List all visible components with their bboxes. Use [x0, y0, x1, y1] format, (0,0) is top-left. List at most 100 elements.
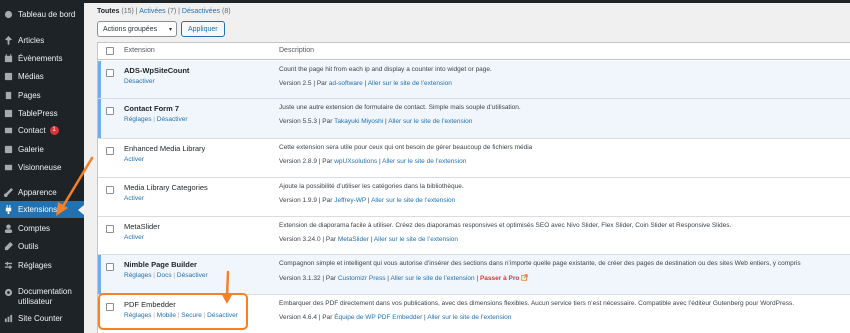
plugin-checkbox[interactable]: [106, 69, 114, 77]
user-icon: [4, 224, 13, 233]
action-link[interactable]: Mobile: [157, 312, 176, 319]
plugin-description: Compagnon simple et intelligent qui vous…: [279, 260, 801, 267]
by-label: Par: [316, 80, 327, 87]
sidebar-item-counter[interactable]: Site Counter: [0, 310, 84, 327]
row-actions: Réglages | Docs | Désactiver: [124, 272, 208, 279]
plugin-checkbox[interactable]: [106, 147, 114, 155]
action-link[interactable]: Désactiver: [177, 272, 208, 279]
select-all-checkbox[interactable]: [106, 47, 114, 55]
plugin-icon: [4, 205, 13, 214]
sidebar-item-calendar[interactable]: Évènements: [0, 50, 84, 67]
plugin-row: Media Library Categories Activer Ajoute la…: [98, 178, 850, 217]
author-link[interactable]: Équipe de WP PDF Embedder: [334, 314, 422, 321]
action-link[interactable]: Désactiver: [207, 312, 238, 319]
action-link[interactable]: Activer: [124, 156, 144, 163]
sidebar-item-wrench[interactable]: Outils: [0, 238, 84, 255]
by-label: Par: [325, 236, 336, 243]
plugins-table: Extension Description ADS-WpSiteCount Dés…: [97, 42, 850, 333]
plugin-meta: Version 2.8.9 | Par wpUXsolutions | Alle…: [279, 158, 467, 165]
action-link[interactable]: Activer: [124, 195, 144, 202]
plugin-version: Version 4.6.4: [279, 314, 317, 321]
plugin-site-link[interactable]: Aller sur le site de l’extension: [368, 80, 452, 87]
plugin-checkbox[interactable]: [106, 186, 114, 194]
plugin-site-link[interactable]: Aller sur le site de l’extension: [390, 275, 474, 282]
plugin-checkbox[interactable]: [106, 225, 114, 233]
action-link[interactable]: Secure: [181, 312, 202, 319]
row-actions: Activer: [124, 195, 144, 202]
dashboard-icon: [4, 10, 13, 19]
action-link[interactable]: Docs: [157, 272, 172, 279]
plugin-site-link[interactable]: Aller sur le site de l’extension: [388, 118, 472, 125]
sidebar-item-viewer[interactable]: Visionneuse: [0, 159, 84, 176]
sidebar-item-mail[interactable]: Contact 1: [0, 122, 84, 139]
sidebar-item-label: Réglages: [18, 261, 52, 270]
plugin-site-link[interactable]: Aller sur le site de l’extension: [371, 197, 455, 204]
pin-icon: [4, 36, 13, 45]
plugin-meta: Version 3.24.0 | Par MetaSlider | Aller …: [279, 236, 459, 243]
plugin-description: Embarquer des PDF directement dans vos p…: [279, 300, 795, 307]
plugin-site-link[interactable]: Aller sur le site de l’extension: [374, 236, 458, 243]
sidebar-item-settings[interactable]: Réglages: [0, 257, 84, 274]
plugin-site-link[interactable]: Aller sur le site de l’extension: [382, 158, 466, 165]
sidebar-item-label: Site Counter: [18, 314, 63, 323]
sidebar-item-pin[interactable]: Articles: [0, 32, 84, 49]
plugin-name: PDF Embedder: [124, 300, 176, 309]
sidebar-item-pages[interactable]: Pages: [0, 87, 84, 104]
sidebar-item-label: Articles: [18, 36, 45, 45]
sidebar-item-label: Médias: [18, 72, 44, 81]
author-link[interactable]: Takayuki Miyoshi: [334, 118, 383, 125]
by-label: Par: [322, 118, 333, 125]
sidebar-item-label: Galerie: [18, 145, 44, 154]
sidebar-item-dashboard[interactable]: Tableau de bord: [0, 6, 84, 23]
plugin-meta: Version 2.5 | Par ad-software | Aller su…: [279, 80, 452, 87]
sidebar-item-label: Contact: [18, 126, 46, 135]
table-icon: [4, 109, 13, 118]
author-link[interactable]: ad-software: [329, 80, 363, 87]
filter-inactive[interactable]: Désactivées (8): [182, 8, 231, 15]
sidebar-item-label: TablePress: [18, 109, 58, 118]
by-label: Par: [322, 314, 333, 321]
plugin-row: PDF Embedder Réglages | Mobile | Secure |…: [98, 295, 850, 333]
plugin-name: Enhanced Media Library: [124, 144, 206, 153]
filter-active[interactable]: Activées (7): [139, 8, 176, 15]
author-link[interactable]: Customizr Press: [338, 275, 386, 282]
column-description: Description: [279, 47, 315, 54]
author-link[interactable]: wpUXsolutions: [334, 158, 377, 165]
plugin-version: Version 3.1.32: [279, 275, 321, 282]
action-link[interactable]: Désactiver: [157, 116, 188, 123]
action-link[interactable]: Réglages: [124, 116, 151, 123]
plugin-row: Enhanced Media Library Activer Cette exten…: [98, 139, 850, 178]
plugin-meta: Version 1.9.9 | Par Jeffrey-WP | Aller s…: [279, 197, 456, 204]
action-link[interactable]: Désactiver: [124, 78, 155, 85]
plugin-version: Version 2.5: [279, 80, 312, 87]
bulk-actions: Actions groupées ▾ Appliquer: [97, 21, 225, 37]
sidebar-item-gear[interactable]: Documentation utilisateur: [0, 284, 84, 310]
sidebar-item-table[interactable]: TablePress: [0, 105, 84, 122]
status-filters: Toutes (15) | Activées (7) | Désactivées…: [97, 8, 231, 15]
filter-all[interactable]: Toutes (15): [97, 8, 134, 15]
main-content: Toutes (15) | Activées (7) | Désactivées…: [84, 0, 850, 333]
author-link[interactable]: MetaSlider: [338, 236, 369, 243]
plugin-checkbox[interactable]: [106, 303, 114, 311]
mail-icon: [4, 126, 13, 135]
plugin-version: Version 5.5.3: [279, 118, 317, 125]
sidebar-item-media[interactable]: Médias: [0, 68, 84, 85]
author-link[interactable]: Jeffrey-WP: [334, 197, 366, 204]
sidebar-item-label: Apparence: [18, 188, 57, 197]
plugin-description: Ajoute la possibilité d’utiliser les cat…: [279, 183, 464, 190]
upgrade-pro-link[interactable]: Passer à Pro: [480, 275, 519, 282]
bulk-action-select[interactable]: Actions groupées ▾: [97, 21, 177, 37]
sidebar-item-gallery[interactable]: Galerie: [0, 141, 84, 158]
sidebar-item-user[interactable]: Comptes: [0, 220, 84, 237]
viewer-icon: [4, 163, 13, 172]
plugin-checkbox[interactable]: [106, 263, 114, 271]
action-link[interactable]: Activer: [124, 234, 144, 241]
plugin-site-link[interactable]: Aller sur le site de l’extension: [427, 314, 511, 321]
action-link[interactable]: Réglages: [124, 272, 151, 279]
sidebar-item-brush[interactable]: Apparence: [0, 184, 84, 201]
action-link[interactable]: Réglages: [124, 312, 151, 319]
sidebar-item-plugin[interactable]: Extensions: [0, 201, 84, 218]
plugin-checkbox[interactable]: [106, 107, 114, 115]
apply-button[interactable]: Appliquer: [181, 21, 225, 37]
plugin-meta: Version 5.5.3 | Par Takayuki Miyoshi | A…: [279, 118, 473, 125]
